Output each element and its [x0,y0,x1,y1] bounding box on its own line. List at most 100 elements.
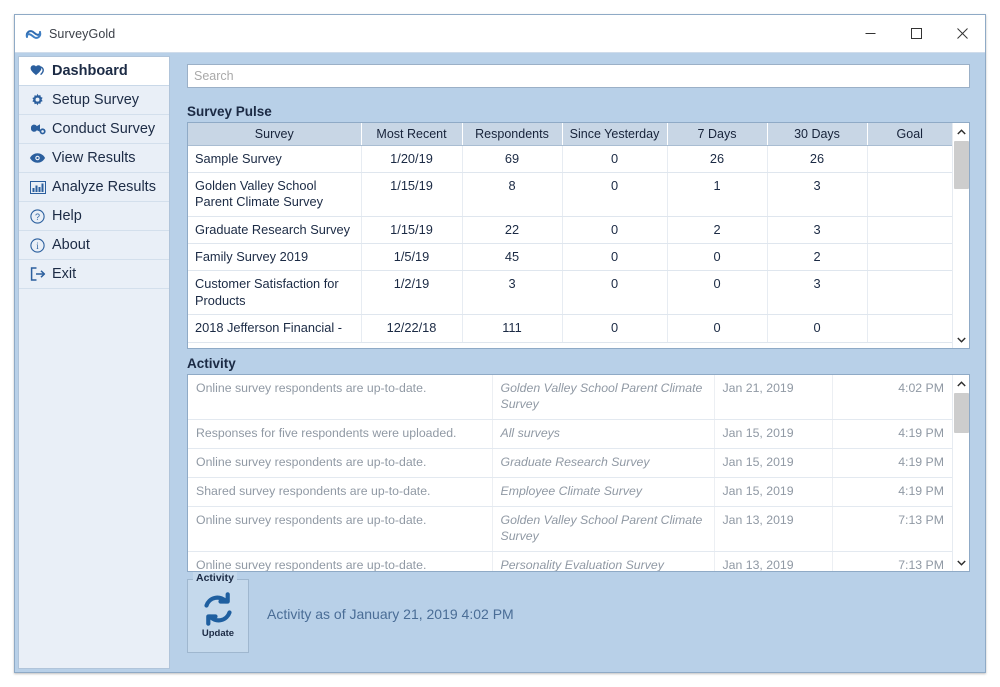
cell-goal [867,243,952,272]
activity-date: Jan 15, 2019 [714,477,833,507]
table-row[interactable]: Family Survey 2019 1/5/19 45 0 0 2 [188,243,952,272]
column-header-respondents[interactable]: Respondents [462,123,563,146]
scrollbar-thumb[interactable] [954,393,969,433]
svg-text:i: i [36,241,39,251]
cell-most-recent: 1/15/19 [361,216,463,245]
activity-message: Online survey respondents are up-to-date… [188,448,493,478]
cell-most-recent: 1/2/19 [361,270,463,316]
cell-survey: Golden Valley School Parent Climate Surv… [188,172,362,217]
list-item[interactable]: Shared survey respondents are up-to-date… [188,477,952,507]
exit-icon [29,266,46,283]
activity-message: Shared survey respondents are up-to-date… [188,477,493,507]
cell-most-recent: 1/20/19 [361,145,463,173]
survey-pulse-scroll-area: Survey Most Recent Respondents Since Yes… [188,123,952,348]
application-window: SurveyGold Dashboard Setup Survey Conduc… [14,14,986,673]
cell-goal [867,216,952,245]
cell-goal [867,172,952,217]
column-header-since-yesterday[interactable]: Since Yesterday [562,123,668,146]
cell-respondents: 8 [462,172,563,217]
cell-30-days: 2 [767,243,868,272]
survey-pulse-title: Survey Pulse [187,104,272,119]
activity-survey: All surveys [492,419,715,449]
list-item[interactable]: Online survey respondents are up-to-date… [188,448,952,478]
scrollbar-thumb[interactable] [954,141,969,189]
table-row[interactable]: Customer Satisfaction for Products 1/2/1… [188,270,952,316]
cell-respondents: 22 [462,216,563,245]
activity-message: Online survey respondents are up-to-date… [188,375,493,420]
column-header-goal[interactable]: Goal [867,123,952,146]
table-row[interactable]: Graduate Research Survey 1/15/19 22 0 2 … [188,216,952,245]
survey-pulse-scrollbar[interactable] [952,123,969,348]
cell-30-days: 26 [767,145,868,173]
sidebar-item-label: Conduct Survey [52,121,156,137]
table-row[interactable]: 2018 Jefferson Financial - 12/22/18 111 … [188,314,952,343]
window-title: SurveyGold [49,27,116,41]
activity-time: 4:19 PM [832,448,952,478]
sidebar-item-analyze-results[interactable]: Analyze Results [19,173,169,202]
column-header-30-days[interactable]: 30 Days [767,123,868,146]
sidebar-item-setup-survey[interactable]: Setup Survey [19,86,169,115]
activity-table: Online survey respondents are up-to-date… [188,375,952,571]
scroll-down-button[interactable] [953,331,969,348]
activity-date: Jan 13, 2019 [714,551,833,571]
sidebar-item-help[interactable]: ? Help [19,202,169,231]
list-item[interactable]: Online survey respondents are up-to-date… [188,375,952,420]
scroll-down-button[interactable] [953,554,969,571]
cell-since-yesterday: 0 [562,172,668,217]
search-input[interactable] [187,64,970,88]
group-box-label: Activity [193,572,237,584]
heart-icon [29,63,46,80]
table-row[interactable]: Golden Valley School Parent Climate Surv… [188,172,952,217]
activity-update-group: Activity Update [187,572,249,653]
activity-time: 4:19 PM [832,477,952,507]
list-item[interactable]: Online survey respondents are up-to-date… [188,551,952,571]
activity-scrollbar[interactable] [952,375,969,571]
activity-time: 7:13 PM [832,551,952,571]
survey-pulse-panel: Survey Most Recent Respondents Since Yes… [187,122,970,349]
sidebar-item-label: Help [52,208,82,224]
activity-scroll-area: Online survey respondents are up-to-date… [188,375,952,571]
column-header-most-recent[interactable]: Most Recent [361,123,463,146]
column-header-survey[interactable]: Survey [188,123,362,146]
scroll-up-button[interactable] [953,123,969,140]
info-circle-icon: i [29,237,46,254]
scroll-up-button[interactable] [953,375,969,392]
activity-time: 7:13 PM [832,506,952,552]
sidebar-item-label: Setup Survey [52,92,140,108]
sidebar-item-about[interactable]: i About [19,231,169,260]
sidebar-item-dashboard[interactable]: Dashboard [19,57,169,86]
sidebar-item-view-results[interactable]: View Results [19,144,169,173]
cell-survey: Sample Survey [188,145,362,173]
activity-message: Online survey respondents are up-to-date… [188,506,493,552]
question-circle-icon: ? [29,208,46,225]
maximize-button[interactable] [893,15,939,52]
list-item[interactable]: Online survey respondents are up-to-date… [188,506,952,552]
list-item[interactable]: Responses for five respondents were uplo… [188,419,952,449]
title-bar: SurveyGold [15,15,985,53]
table-row[interactable]: Sample Survey 1/20/19 69 0 26 26 [188,145,952,173]
cell-7-days: 0 [667,270,768,316]
cell-since-yesterday: 0 [562,243,668,272]
gear-icon [29,92,46,109]
cell-since-yesterday: 0 [562,314,668,343]
cell-survey: Graduate Research Survey [188,216,362,245]
cell-goal [867,314,952,343]
minimize-button[interactable] [847,15,893,52]
update-button[interactable]: Update [188,592,248,639]
close-button[interactable] [939,15,985,52]
sidebar-item-conduct-survey[interactable]: Conduct Survey [19,115,169,144]
activity-date: Jan 13, 2019 [714,506,833,552]
title-bar-left: SurveyGold [25,15,115,53]
sidebar-item-label: View Results [52,150,136,166]
cell-30-days: 3 [767,270,868,316]
cell-survey: Customer Satisfaction for Products [188,270,362,316]
activity-date: Jan 21, 2019 [714,375,833,420]
sidebar-navigation: Dashboard Setup Survey Conduct Survey Vi… [18,56,170,669]
cell-30-days: 3 [767,172,868,217]
cell-respondents: 69 [462,145,563,173]
sidebar-item-exit[interactable]: Exit [19,260,169,289]
cell-survey: Family Survey 2019 [188,243,362,272]
column-header-7-days[interactable]: 7 Days [667,123,768,146]
cell-since-yesterday: 0 [562,216,668,245]
activity-survey: Golden Valley School Parent Climate Surv… [492,506,715,552]
